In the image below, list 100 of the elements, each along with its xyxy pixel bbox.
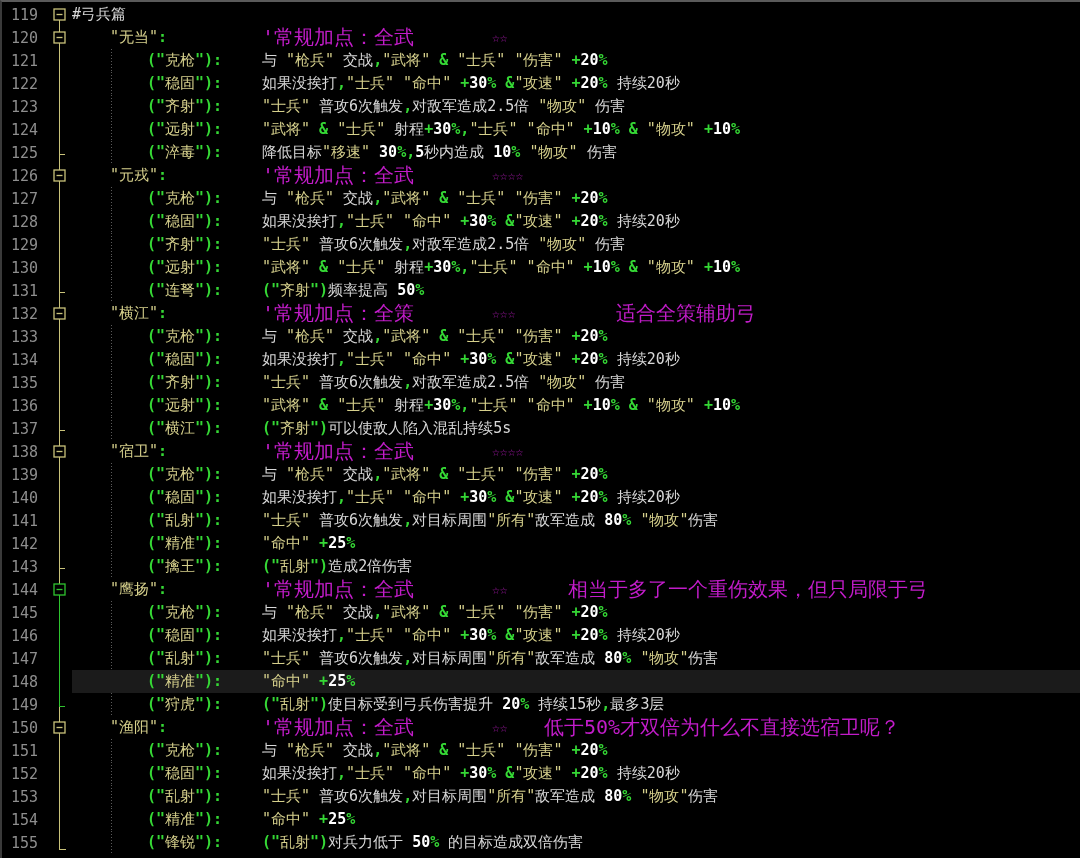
line-number: 146	[9, 626, 38, 645]
code-value: "命中" +25%	[262, 671, 356, 692]
fold-toggle-icon[interactable]	[53, 8, 66, 21]
line-number: 139	[9, 465, 38, 484]
line-number: 132	[9, 304, 38, 323]
code-key: ("淬毒"):	[147, 141, 223, 164]
code-key: ("锋锐"):	[147, 831, 223, 854]
fold-toggle-icon[interactable]	[53, 721, 66, 734]
code-key: ("横江"):	[147, 417, 223, 440]
line-number: 143	[9, 557, 38, 576]
line-number: 137	[9, 419, 38, 438]
code-key: ("远射"):	[147, 394, 223, 417]
code-key: ("克枪"):	[147, 325, 223, 348]
code-value: 如果没挨打,"士兵" "命中" +30% &"攻速" +20% 持续20秒	[262, 487, 680, 508]
code-key: ("稳固"):	[147, 486, 223, 509]
fold-toggle-icon[interactable]	[53, 169, 66, 182]
line-number: 126	[9, 166, 38, 185]
code-value: "士兵" 普攻6次触发,对敌军造成2.5倍 "物攻" 伤害	[262, 96, 626, 117]
section-heading: #弓兵篇	[72, 4, 127, 25]
line-number: 154	[9, 810, 38, 829]
code-comment: '常规加点：全武 ☆☆ 相当于多了一个重伤效果，但只局限于弓	[262, 578, 929, 601]
line-number: 130	[9, 258, 38, 277]
code-key: ("精准"):	[147, 808, 223, 831]
code-value: 如果没挨打,"士兵" "命中" +30% &"攻速" +20% 持续20秒	[262, 625, 680, 646]
code-comment: '常规加点：全策 ☆☆☆ 适合全策辅助弓	[262, 302, 757, 325]
code-key: ("乱射"):	[147, 509, 223, 532]
line-number: 119	[9, 5, 38, 24]
code-value: "命中" +25%	[262, 809, 356, 830]
code-key: "无当":	[110, 26, 168, 49]
code-value: 与 "枪兵" 交战,"武将" & "士兵" "伤害" +20%	[262, 740, 608, 761]
code-value: 降低目标"移速" 30%,5秒内造成 10% "物攻" 伤害	[262, 142, 617, 163]
code-key: ("稳固"):	[147, 762, 223, 785]
code-key: ("精准"):	[147, 670, 223, 693]
code-value: "士兵" 普攻6次触发,对敌军造成2.5倍 "物攻" 伤害	[262, 234, 626, 255]
code-key: ("克枪"):	[147, 49, 223, 72]
code-comment: '常规加点：全武 ☆☆ 低于50%才双倍为什么不直接选宿卫呢？	[262, 716, 901, 739]
line-number: 127	[9, 189, 38, 208]
line-number: 131	[9, 281, 38, 300]
line-number: 153	[9, 787, 38, 806]
code-key: "宿卫":	[110, 440, 168, 463]
line-number: 142	[9, 534, 38, 553]
code-value: ("齐射")可以使敌人陷入混乱持续5s	[262, 418, 512, 439]
line-number: 138	[9, 442, 38, 461]
code-value: "士兵" 普攻6次触发,对敌军造成2.5倍 "物攻" 伤害	[262, 372, 626, 393]
code-value: ("齐射")频率提高 50%	[262, 280, 425, 301]
line-number: 145	[9, 603, 38, 622]
line-number: 128	[9, 212, 38, 231]
code-key: "鹰扬":	[110, 578, 168, 601]
fold-toggle-icon[interactable]	[53, 445, 66, 458]
code-value: "武将" & "士兵" 射程+30%,"士兵" "命中" +10% & "物攻" +10%	[262, 257, 741, 278]
code-value: "士兵" 普攻6次触发,对目标周围"所有"敌军造成 80% "物攻"伤害	[262, 510, 719, 531]
code-value: 如果没挨打,"士兵" "命中" +30% &"攻速" +20% 持续20秒	[262, 349, 680, 370]
code-key: ("稳固"):	[147, 348, 223, 371]
code-key: ("齐射"):	[147, 371, 223, 394]
line-number: 129	[9, 235, 38, 254]
code-key: ("远射"):	[147, 118, 223, 141]
code-value: 如果没挨打,"士兵" "命中" +30% &"攻速" +20% 持续20秒	[262, 763, 680, 784]
line-number: 155	[9, 833, 38, 852]
code-value: "命中" +25%	[262, 533, 356, 554]
line-number: 135	[9, 373, 38, 392]
code-value: "士兵" 普攻6次触发,对目标周围"所有"敌军造成 80% "物攻"伤害	[262, 786, 719, 807]
line-number: 124	[9, 120, 38, 139]
code-comment: '常规加点：全武 ☆☆	[262, 26, 509, 49]
code-key: ("齐射"):	[147, 233, 223, 256]
line-number: 147	[9, 649, 38, 668]
line-number: 148	[9, 672, 38, 691]
fold-toggle-icon[interactable]	[53, 307, 66, 320]
code-key: ("克枪"):	[147, 601, 223, 624]
code-key: ("齐射"):	[147, 95, 223, 118]
fold-toggle-icon[interactable]	[53, 31, 66, 44]
code-value: 与 "枪兵" 交战,"武将" & "士兵" "伤害" +20%	[262, 50, 608, 71]
code-value: 与 "枪兵" 交战,"武将" & "士兵" "伤害" +20%	[262, 464, 608, 485]
line-number: 152	[9, 764, 38, 783]
code-key: "横江":	[110, 302, 168, 325]
code-value: 与 "枪兵" 交战,"武将" & "士兵" "伤害" +20%	[262, 326, 608, 347]
code-key: ("精准"):	[147, 532, 223, 555]
line-number: 133	[9, 327, 38, 346]
line-number: 120	[9, 28, 38, 47]
line-number: 123	[9, 97, 38, 116]
line-number: 121	[9, 51, 38, 70]
line-number: 140	[9, 488, 38, 507]
code-key: ("克枪"):	[147, 739, 223, 762]
line-number: 144	[9, 580, 38, 599]
code-value: ("乱射")使目标受到弓兵伤害提升 20% 持续15秒,最多3层	[262, 694, 665, 715]
line-number: 125	[9, 143, 38, 162]
code-value: ("乱射")对兵力低于 50% 的目标造成双倍伤害	[262, 832, 584, 853]
code-key: "元戎":	[110, 164, 168, 187]
code-key: "渔阳":	[110, 716, 168, 739]
code-key: ("稳固"):	[147, 210, 223, 233]
code-value: "武将" & "士兵" 射程+30%,"士兵" "命中" +10% & "物攻" +10%	[262, 395, 741, 416]
code-key: ("连弩"):	[147, 279, 223, 302]
code-key: ("远射"):	[147, 256, 223, 279]
fold-toggle-icon[interactable]	[53, 583, 66, 596]
code-key: ("擒王"):	[147, 555, 223, 578]
code-key: ("狩虎"):	[147, 693, 223, 716]
code-value: "武将" & "士兵" 射程+30%,"士兵" "命中" +10% & "物攻" +10%	[262, 119, 741, 140]
code-comment: '常规加点：全武 ☆☆☆☆	[262, 440, 525, 463]
code-value: "士兵" 普攻6次触发,对目标周围"所有"敌军造成 80% "物攻"伤害	[262, 648, 719, 669]
code-key: ("乱射"):	[147, 785, 223, 808]
line-number: 134	[9, 350, 38, 369]
